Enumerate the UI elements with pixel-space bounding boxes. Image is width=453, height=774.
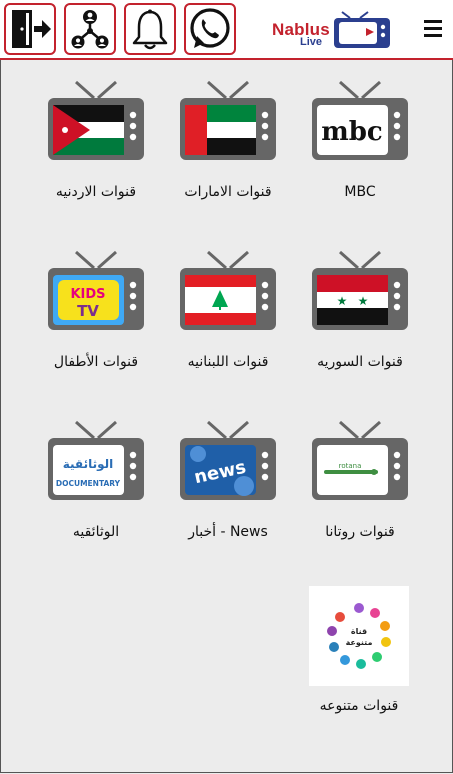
kids-text: KIDS <box>70 287 105 302</box>
channel-label: قنوات اللبنانيه <box>187 354 269 370</box>
various-text-2: متنوعة <box>346 638 373 647</box>
channel-tile-documentary[interactable]: الوثائقية DOCUMENTARY الوثائقيه <box>36 420 156 560</box>
tv-screen-text: mbc <box>321 117 383 147</box>
share-button[interactable] <box>64 3 116 55</box>
channel-label: قنوات السوريه <box>317 354 403 370</box>
share-icon <box>71 10 109 49</box>
tv-lebanon-flag-icon <box>178 250 278 332</box>
star-icon: ★ <box>337 294 348 308</box>
documentary-arabic-text: الوثائقية <box>63 457 113 472</box>
notifications-button[interactable] <box>124 3 176 55</box>
top-bar: Nablus Live <box>0 0 453 60</box>
tv-jordan-flag-icon <box>46 80 146 162</box>
tv-uae-flag-icon <box>178 80 278 162</box>
whatsapp-icon <box>190 8 230 48</box>
tv-mbc-icon: mbc <box>310 80 410 162</box>
hamburger-line <box>424 34 442 37</box>
channel-tile-mbc[interactable]: mbc MBC <box>300 80 420 220</box>
channel-label: قنوات الامارات <box>184 184 272 200</box>
hamburger-line <box>424 27 442 30</box>
channel-tile-jordan[interactable]: قنوات الاردنيه <box>36 80 156 220</box>
various-channels-graphic: قناة متنوعة <box>327 603 391 669</box>
channel-label: أخبار - News <box>188 524 268 540</box>
channel-label: قنوات الاردنيه <box>55 184 137 200</box>
hamburger-menu-icon <box>424 20 442 23</box>
channel-tile-various[interactable]: قناة متنوعة قنوات متنوعه <box>309 586 409 726</box>
tv-syria-flag-icon: ★ ★ <box>310 250 410 332</box>
logo-subtext: Live <box>300 36 323 48</box>
rotana-text: rotana <box>339 462 362 470</box>
channel-label: MBC <box>344 184 376 200</box>
various-text-1: قناة <box>351 627 367 636</box>
whatsapp-button[interactable] <box>184 3 236 55</box>
channel-label: الوثائقيه <box>72 524 120 540</box>
tv-rotana-icon: rotana <box>310 420 410 502</box>
logout-icon <box>12 10 51 48</box>
hamburger-menu-button[interactable] <box>424 16 444 44</box>
channel-tile-rotana[interactable]: rotana قنوات روتانا <box>300 420 420 560</box>
tv-documentary-icon: الوثائقية DOCUMENTARY <box>46 420 146 502</box>
tv-kids-icon: KIDS TV <box>46 250 146 332</box>
channel-label: قنوات روتانا <box>325 524 395 540</box>
channel-tile-lebanon[interactable]: قنوات اللبنانيه <box>168 250 288 390</box>
bell-icon <box>132 9 168 50</box>
channel-tile-kids[interactable]: KIDS TV قنوات الأطفال <box>36 250 156 390</box>
logout-button[interactable] <box>4 3 56 55</box>
channel-tile-syria[interactable]: ★ ★ قنوات السوريه <box>300 250 420 390</box>
channel-tile-news[interactable]: news أخبار - News <box>168 420 288 560</box>
channel-tile-uae[interactable]: قنوات الامارات <box>168 80 288 220</box>
app-logo: Nablus Live <box>272 10 392 52</box>
tv-text: TV <box>77 302 99 320</box>
tv-news-icon: news <box>178 420 278 502</box>
various-channels-icon: قناة متنوعة <box>309 586 409 686</box>
documentary-text: DOCUMENTARY <box>56 479 121 488</box>
channel-label: قنوات متنوعه <box>319 698 399 714</box>
star-icon: ★ <box>358 294 369 308</box>
channel-label: قنوات الأطفال <box>53 354 139 370</box>
